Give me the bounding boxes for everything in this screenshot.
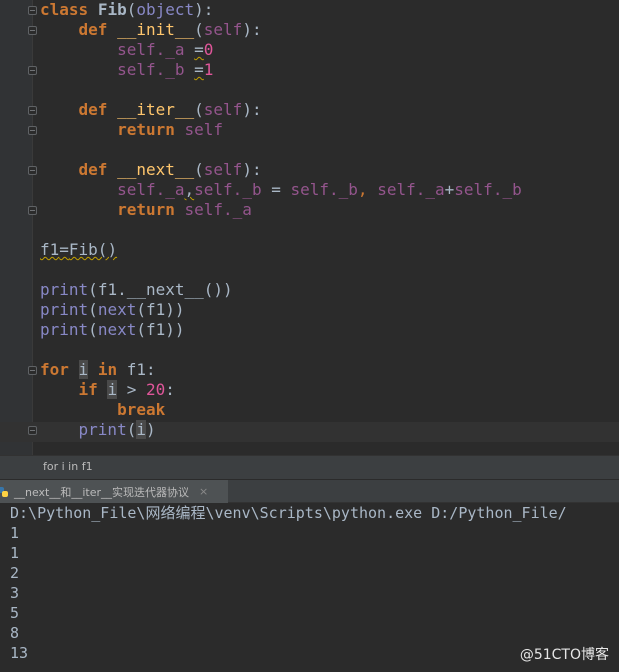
attribute: _b xyxy=(502,180,522,199)
builtin-print: print xyxy=(40,300,89,319)
function-name: __init__ xyxy=(117,20,195,39)
breadcrumb-bar: for i in f1 xyxy=(0,455,619,479)
keyword: def xyxy=(78,20,108,39)
console-output-line: 5 xyxy=(10,604,20,622)
close-icon[interactable]: × xyxy=(199,485,208,498)
console-output-line: 13 xyxy=(10,644,29,662)
keyword: return xyxy=(117,200,175,219)
number-literal: 20 xyxy=(145,380,166,399)
run-tab-bar: __next__和__iter__实现迭代器协议 × xyxy=(0,479,619,503)
run-tab[interactable]: __next__和__iter__实现迭代器协议 × xyxy=(0,480,228,503)
keyword: break xyxy=(117,400,166,419)
keyword: def xyxy=(78,100,108,119)
code-line[interactable]: break xyxy=(40,400,165,420)
variable: f1 xyxy=(145,300,166,319)
console-output-line: 2 xyxy=(10,564,20,582)
self-ref: self xyxy=(377,180,416,199)
keyword: in xyxy=(97,360,118,379)
attribute: _a xyxy=(165,180,185,199)
variable: f1 xyxy=(97,280,118,299)
console-output-line: 1 xyxy=(10,544,20,562)
run-console[interactable]: D:\Python_File\网络编程\venv\Scripts\python.… xyxy=(0,503,619,672)
base-class: object xyxy=(136,0,195,19)
variable: i xyxy=(136,420,146,439)
code-line[interactable]: self._a,self._b = self._b, self._a+self.… xyxy=(40,180,522,200)
attribute: _b xyxy=(165,60,185,79)
attribute: _a xyxy=(425,180,445,199)
self-param: self xyxy=(203,100,243,119)
builtin-next: next xyxy=(97,320,137,339)
fold-marker[interactable] xyxy=(28,426,37,435)
keyword: def xyxy=(78,160,108,179)
code-line[interactable]: class Fib(object): xyxy=(40,0,213,20)
self-ref: self xyxy=(290,180,330,199)
call: Fib() xyxy=(68,240,118,259)
code-line[interactable]: self._b =1 xyxy=(40,60,213,80)
fold-marker[interactable] xyxy=(28,26,37,35)
attribute: _b xyxy=(338,180,358,199)
builtin-print: print xyxy=(40,280,89,299)
fold-marker[interactable] xyxy=(28,166,37,175)
self-ref: self xyxy=(184,120,224,139)
fold-marker[interactable] xyxy=(28,206,37,215)
code-line[interactable]: if i > 20: xyxy=(40,380,175,400)
keyword: return xyxy=(117,120,175,139)
self-ref: self xyxy=(454,180,493,199)
number-literal: 1 xyxy=(203,60,214,79)
self-ref: self xyxy=(117,40,156,59)
code-line[interactable]: print(next(f1)) xyxy=(40,320,185,340)
fold-marker[interactable] xyxy=(28,6,37,15)
builtin-next: next xyxy=(97,300,137,319)
code-line[interactable]: return self xyxy=(40,120,223,140)
variable: f1 xyxy=(40,240,60,259)
method-call: __next__ xyxy=(126,280,204,299)
code-line[interactable]: return self._a xyxy=(40,200,252,220)
fold-marker[interactable] xyxy=(28,126,37,135)
variable: i xyxy=(78,360,89,379)
console-output-line: 8 xyxy=(10,624,20,642)
code-line[interactable]: print(i) xyxy=(40,420,156,440)
python-icon xyxy=(0,486,8,497)
number-literal: 0 xyxy=(203,40,214,59)
fold-marker[interactable] xyxy=(28,366,37,375)
code-line[interactable]: self._a =0 xyxy=(40,40,213,60)
self-ref: self xyxy=(117,180,156,199)
watermark: @51CTO博客 xyxy=(519,647,609,663)
fold-marker[interactable] xyxy=(28,106,37,115)
code-line[interactable]: def __iter__(self): xyxy=(40,100,262,120)
keyword: if xyxy=(78,380,98,399)
builtin-print: print xyxy=(40,320,89,339)
code-editor[interactable]: class Fib(object): def __init__(self): s… xyxy=(0,0,619,455)
keyword: for xyxy=(40,360,69,379)
code-line[interactable]: f1=Fib() xyxy=(40,240,117,260)
self-ref: self xyxy=(117,60,156,79)
attribute: _b xyxy=(242,180,262,199)
function-name: __iter__ xyxy=(117,100,195,119)
console-output-line: 1 xyxy=(10,524,20,542)
console-command: D:\Python_File\网络编程\venv\Scripts\python.… xyxy=(10,504,567,522)
code-line[interactable]: def __init__(self): xyxy=(40,20,262,40)
keyword: class xyxy=(40,0,89,19)
self-param: self xyxy=(203,20,243,39)
self-ref: self xyxy=(184,200,224,219)
function-name: __next__ xyxy=(117,160,195,179)
self-param: self xyxy=(203,160,243,179)
fold-marker[interactable] xyxy=(28,66,37,75)
attribute: _a xyxy=(165,40,185,59)
code-line[interactable]: for i in f1: xyxy=(40,360,156,380)
code-line[interactable]: print(next(f1)) xyxy=(40,300,185,320)
builtin-print: print xyxy=(78,420,127,439)
code-line[interactable]: print(f1.__next__()) xyxy=(40,280,233,300)
variable: f1 xyxy=(126,360,146,379)
self-ref: self xyxy=(194,180,233,199)
attribute: _a xyxy=(232,200,252,219)
code-line[interactable]: def __next__(self): xyxy=(40,160,262,180)
class-name: Fib xyxy=(97,0,127,19)
console-output-line: 3 xyxy=(10,584,20,602)
variable: f1 xyxy=(145,320,166,339)
variable: i xyxy=(107,380,118,399)
breadcrumb[interactable]: for i in f1 xyxy=(43,460,93,473)
run-tab-label: __next__和__iter__实现迭代器协议 xyxy=(14,485,190,499)
